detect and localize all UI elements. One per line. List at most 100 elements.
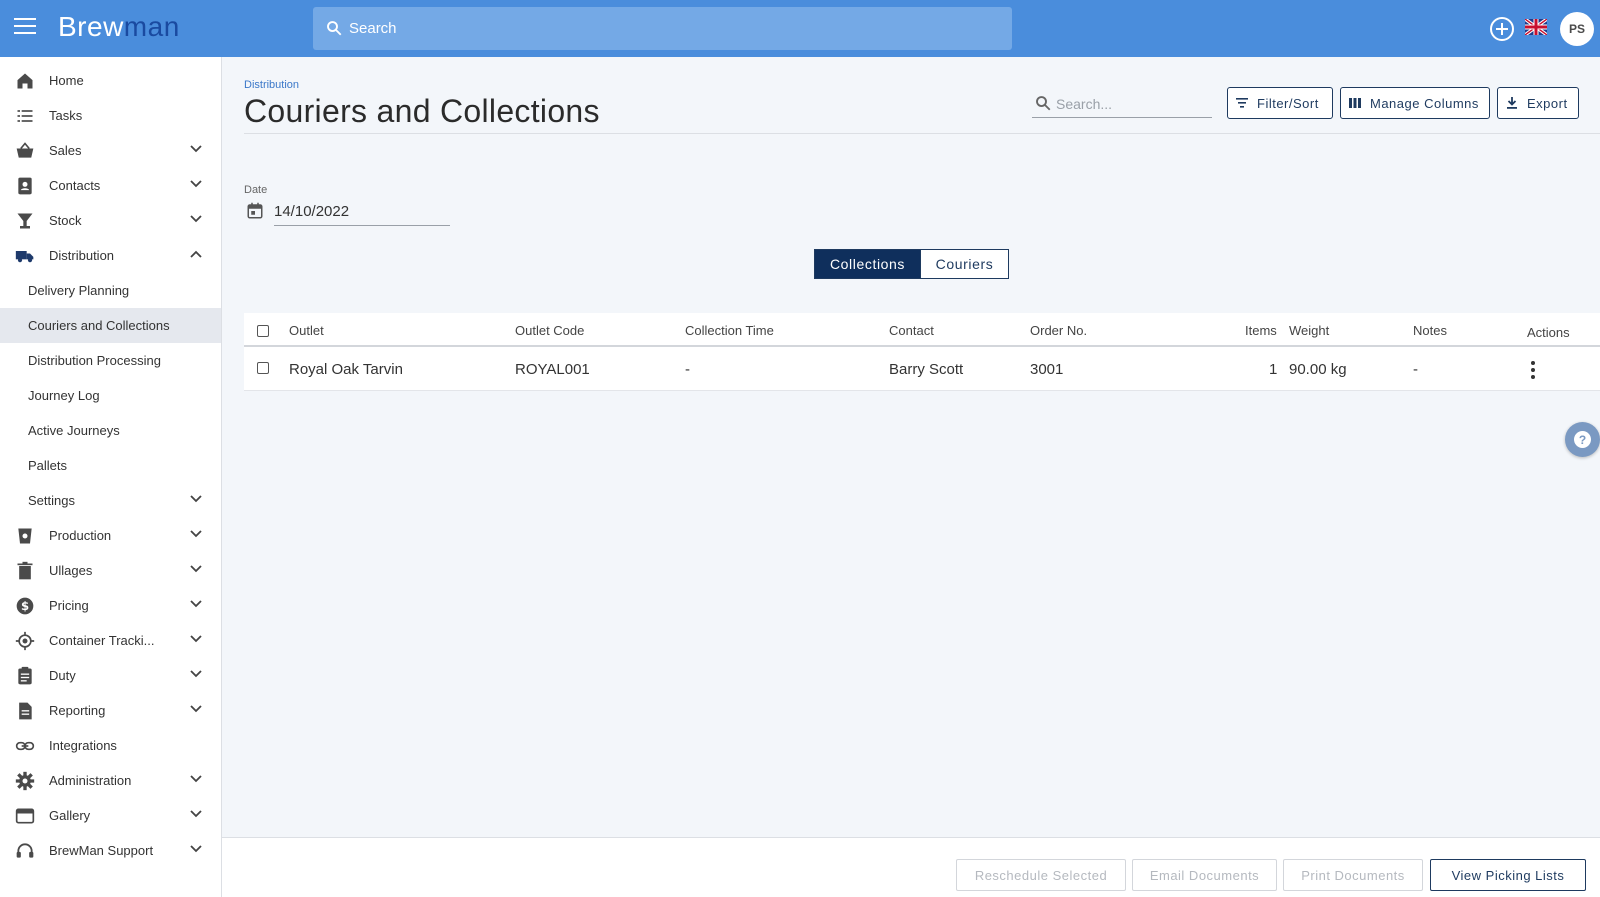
sidebar-item-ullages[interactable]: Ullages xyxy=(0,553,221,588)
headset-icon xyxy=(16,843,34,858)
date-field[interactable] xyxy=(244,198,456,226)
hamburger-menu-icon[interactable] xyxy=(14,18,36,38)
sidebar-item-label: Distribution xyxy=(49,248,115,263)
col-outlet-code[interactable]: Outlet Code xyxy=(515,323,584,338)
chevron-down-icon xyxy=(190,565,202,573)
export-button[interactable]: Export xyxy=(1497,87,1579,119)
sidebar-item-brewman-support[interactable]: BrewMan Support xyxy=(0,833,221,868)
sidebar-sub-active-journeys[interactable]: Active Journeys xyxy=(0,413,221,448)
global-search-input[interactable] xyxy=(349,7,999,50)
sidebar-sub-label: Pallets xyxy=(28,458,68,473)
sidebar-item-sales[interactable]: Sales xyxy=(0,133,221,168)
date-input[interactable] xyxy=(274,198,450,226)
chevron-down-icon xyxy=(190,180,202,188)
page-title: Couriers and Collections xyxy=(244,93,600,129)
print-documents-button[interactable]: Print Documents xyxy=(1283,859,1423,891)
table-header: Outlet Outlet Code Collection Time Conta… xyxy=(244,313,1600,347)
sidebar-sub-delivery-planning[interactable]: Delivery Planning xyxy=(0,273,221,308)
date-label: Date xyxy=(244,184,268,196)
sidebar-sub-journey-log[interactable]: Journey Log xyxy=(0,378,221,413)
glass-icon xyxy=(17,213,33,229)
sidebar-item-administration[interactable]: Administration xyxy=(0,763,221,798)
sidebar: Home Tasks Sales Contacts Stock Distribu… xyxy=(0,57,222,897)
col-contact[interactable]: Contact xyxy=(889,323,934,338)
col-items[interactable]: Items xyxy=(1245,323,1277,338)
sidebar-item-duty[interactable]: Duty xyxy=(0,658,221,693)
tab-collections[interactable]: Collections xyxy=(814,249,921,279)
chevron-down-icon xyxy=(190,670,202,678)
sidebar-item-label: Integrations xyxy=(49,738,117,753)
cell-outlet-code: ROYAL001 xyxy=(515,361,590,378)
uk-flag-icon[interactable] xyxy=(1525,19,1547,35)
email-documents-button[interactable]: Email Documents xyxy=(1132,859,1277,891)
select-all-checkbox[interactable] xyxy=(257,325,269,337)
breadcrumb[interactable]: Distribution xyxy=(244,79,299,91)
sidebar-item-reporting[interactable]: Reporting xyxy=(0,693,221,728)
table-search[interactable] xyxy=(1032,90,1212,118)
add-icon[interactable] xyxy=(1490,17,1514,41)
sidebar-item-container-tracking[interactable]: Container Tracki... xyxy=(0,623,221,658)
col-notes[interactable]: Notes xyxy=(1413,323,1447,338)
sidebar-sub-label: Active Journeys xyxy=(28,423,120,438)
sidebar-sub-settings[interactable]: Settings xyxy=(0,483,221,518)
manage-columns-button[interactable]: Manage Columns xyxy=(1340,87,1490,119)
truck-icon xyxy=(15,251,34,263)
gallery-icon xyxy=(15,808,35,824)
cell-notes: - xyxy=(1413,361,1418,378)
view-toggle: Collections Couriers xyxy=(814,249,1009,279)
search-icon xyxy=(1036,96,1051,111)
chevron-down-icon xyxy=(190,635,202,643)
cell-weight: 90.00 kg xyxy=(1289,361,1347,378)
sidebar-item-gallery[interactable]: Gallery xyxy=(0,798,221,833)
sidebar-item-stock[interactable]: Stock xyxy=(0,203,221,238)
filter-icon xyxy=(1236,98,1248,108)
download-icon xyxy=(1507,97,1517,109)
sidebar-item-label: Reporting xyxy=(49,703,106,718)
main-content: Distribution Couriers and Collections Fi… xyxy=(222,57,1600,897)
reschedule-selected-button[interactable]: Reschedule Selected xyxy=(956,859,1126,891)
sidebar-item-distribution[interactable]: Distribution xyxy=(0,238,221,273)
col-order-no[interactable]: Order No. xyxy=(1030,323,1087,338)
sidebar-item-home[interactable]: Home xyxy=(0,63,221,98)
sidebar-item-label: Sales xyxy=(49,143,82,158)
trash-icon xyxy=(17,561,33,580)
cell-outlet: Royal Oak Tarvin xyxy=(289,361,403,378)
sidebar-item-integrations[interactable]: Integrations xyxy=(0,728,221,763)
sidebar-item-tasks[interactable]: Tasks xyxy=(0,98,221,133)
user-avatar[interactable]: PS xyxy=(1560,12,1594,46)
col-weight[interactable]: Weight xyxy=(1289,323,1329,338)
sidebar-sub-couriers-collections[interactable]: Couriers and Collections xyxy=(0,308,221,343)
calendar-icon[interactable] xyxy=(246,202,264,220)
sidebar-item-label: Home xyxy=(49,73,84,88)
chevron-down-icon xyxy=(190,530,202,538)
col-outlet[interactable]: Outlet xyxy=(289,323,324,338)
sidebar-sub-distribution-processing[interactable]: Distribution Processing xyxy=(0,343,221,378)
sidebar-item-label: Stock xyxy=(49,213,82,228)
row-checkbox[interactable] xyxy=(257,362,269,374)
sidebar-item-pricing[interactable]: $ Pricing xyxy=(0,588,221,623)
list-icon xyxy=(17,110,33,122)
gear-icon xyxy=(15,771,35,791)
filter-sort-button[interactable]: Filter/Sort xyxy=(1227,87,1333,119)
table-row[interactable]: Royal Oak Tarvin ROYAL001 - Barry Scott … xyxy=(244,347,1600,391)
global-search-bar[interactable] xyxy=(313,7,1012,50)
help-icon[interactable]: ? xyxy=(1565,422,1600,457)
sidebar-item-contacts[interactable]: Contacts xyxy=(0,168,221,203)
tab-couriers[interactable]: Couriers xyxy=(921,249,1009,279)
more-vert-icon[interactable] xyxy=(1530,361,1536,379)
view-picking-lists-button[interactable]: View Picking Lists xyxy=(1430,859,1586,891)
sidebar-sub-label: Distribution Processing xyxy=(28,353,161,368)
brewman-logo[interactable]: Brewman xyxy=(58,11,180,43)
sidebar-sub-pallets[interactable]: Pallets xyxy=(0,448,221,483)
sidebar-item-label: Gallery xyxy=(49,808,91,823)
col-collection-time[interactable]: Collection Time xyxy=(685,323,774,338)
table-search-input[interactable] xyxy=(1056,94,1206,114)
sidebar-item-label: Pricing xyxy=(49,598,89,613)
search-icon xyxy=(327,21,342,36)
link-icon xyxy=(15,741,35,751)
sidebar-item-production[interactable]: Production xyxy=(0,518,221,553)
basket-icon xyxy=(16,142,34,158)
divider xyxy=(244,133,1600,134)
sidebar-item-label: BrewMan Support xyxy=(49,843,154,858)
contact-card-icon xyxy=(18,177,32,195)
